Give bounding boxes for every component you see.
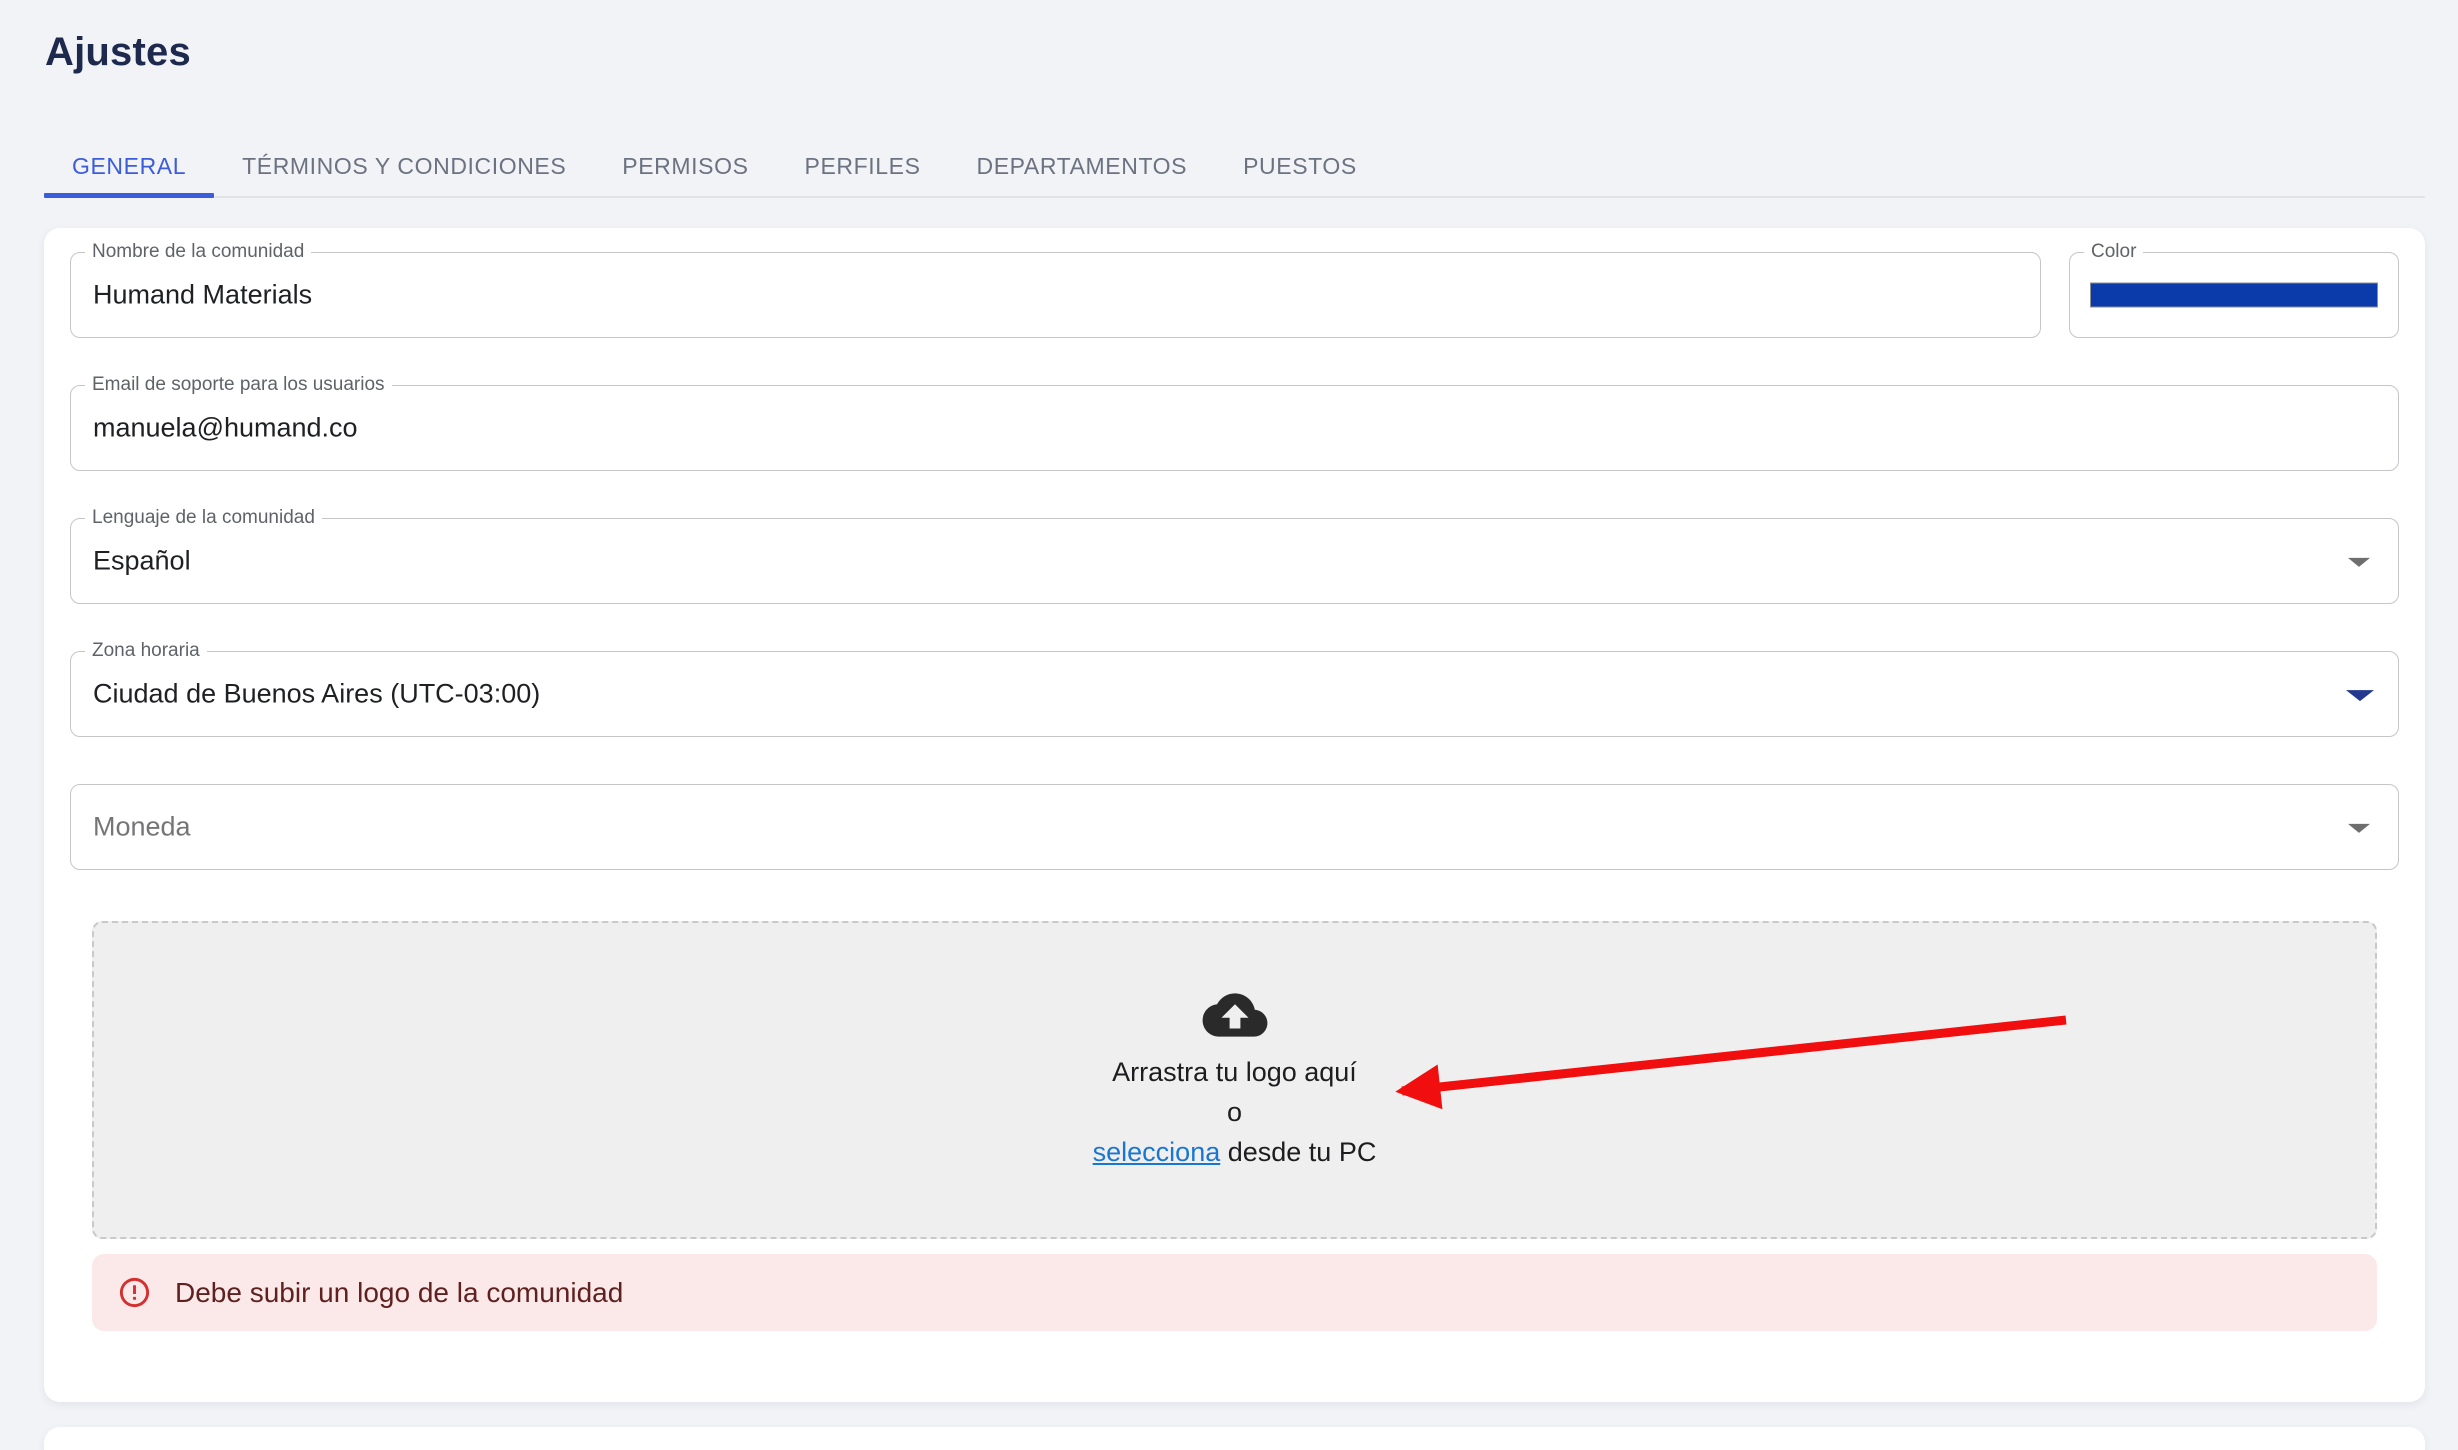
color-label: Color <box>2084 241 2143 263</box>
tab-general[interactable]: GENERAL <box>44 137 214 196</box>
support-email-field[interactable]: Email de soporte para los usuarios manue… <box>70 385 2399 471</box>
chevron-down-icon[interactable] <box>2346 690 2374 701</box>
currency-select[interactable]: Moneda <box>70 784 2399 870</box>
cloud-upload-icon <box>1201 988 1269 1042</box>
support-email-label: Email de soporte para los usuarios <box>85 374 392 396</box>
currency-placeholder: Moneda <box>93 812 191 843</box>
support-email-value: manuela@humand.co <box>93 413 358 444</box>
tab-terminos-y-condiciones[interactable]: TÉRMINOS Y CONDICIONES <box>214 137 594 196</box>
community-name-label: Nombre de la comunidad <box>85 241 311 263</box>
timezone-value: Ciudad de Buenos Aires (UTC-03:00) <box>93 679 540 710</box>
next-settings-card <box>44 1427 2425 1450</box>
name-color-row: Nombre de la comunidad Humand Materials … <box>70 252 2399 338</box>
community-name-field[interactable]: Nombre de la comunidad Humand Materials <box>70 252 2041 338</box>
logo-error-alert: Debe subir un logo de la comunidad <box>92 1254 2377 1331</box>
color-field[interactable]: Color <box>2069 252 2399 338</box>
logo-dropzone[interactable]: Arrastra tu logo aquí o selecciona desde… <box>92 921 2377 1239</box>
timezone-label: Zona horaria <box>85 640 207 662</box>
general-settings-card: Nombre de la comunidad Humand Materials … <box>44 228 2425 1402</box>
dropzone-line3: selecciona desde tu PC <box>1093 1132 1377 1172</box>
language-select[interactable]: Lenguaje de la comunidad Español <box>70 518 2399 604</box>
chevron-down-icon[interactable] <box>2348 558 2370 567</box>
dropzone-line1: Arrastra tu logo aquí <box>1112 1052 1357 1092</box>
language-value: Español <box>93 546 191 577</box>
dropzone-line2: o <box>1227 1092 1242 1132</box>
tab-permisos[interactable]: PERMISOS <box>594 137 776 196</box>
logo-error-message: Debe subir un logo de la comunidad <box>175 1277 623 1309</box>
error-outline-icon <box>117 1275 152 1310</box>
color-swatch[interactable] <box>2090 283 2378 308</box>
page-title: Ajustes <box>45 30 191 75</box>
timezone-select[interactable]: Zona horaria Ciudad de Buenos Aires (UTC… <box>70 651 2399 737</box>
dropzone-line3-suffix: desde tu PC <box>1220 1137 1376 1167</box>
tab-departamentos[interactable]: DEPARTAMENTOS <box>949 137 1216 196</box>
chevron-down-icon[interactable] <box>2348 824 2370 833</box>
select-file-link[interactable]: selecciona <box>1093 1137 1221 1167</box>
community-name-value: Humand Materials <box>93 280 312 311</box>
tab-puestos[interactable]: PUESTOS <box>1215 137 1385 196</box>
settings-tabs: GENERAL TÉRMINOS Y CONDICIONES PERMISOS … <box>44 137 2425 198</box>
tab-perfiles[interactable]: PERFILES <box>777 137 949 196</box>
logo-upload-section: Arrastra tu logo aquí o selecciona desde… <box>70 921 2399 1331</box>
language-label: Lenguaje de la comunidad <box>85 507 322 529</box>
